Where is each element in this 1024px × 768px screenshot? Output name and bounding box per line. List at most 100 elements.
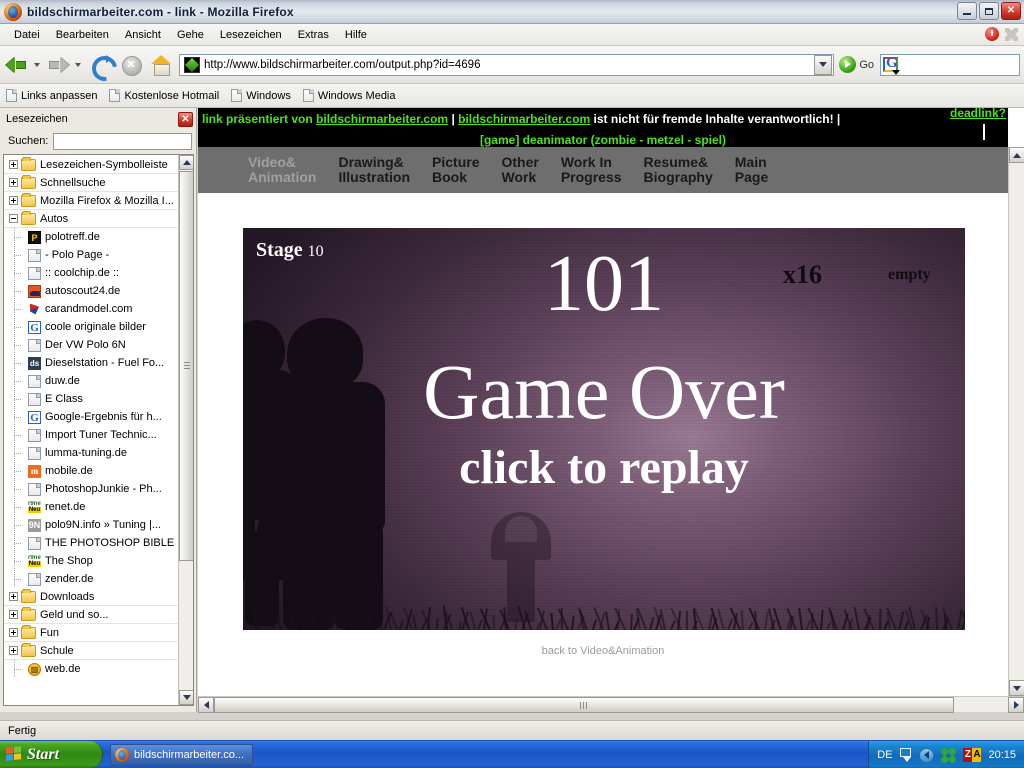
tree-bookmark[interactable]: lumma-tuning.de <box>4 444 180 462</box>
keyboard-layout-icon[interactable] <box>899 748 912 762</box>
tree-bookmark[interactable]: PhotoshopJunkie - Ph... <box>4 480 180 498</box>
content-scroll-right-button[interactable] <box>1008 697 1024 713</box>
sidebar-scroll-up-button[interactable] <box>179 155 193 170</box>
stop-icon[interactable] <box>118 52 144 78</box>
notification-icon[interactable] <box>985 27 999 41</box>
bookmark-windows-media[interactable]: Windows Media <box>302 89 396 102</box>
expand-icon[interactable] <box>9 196 18 205</box>
tree-bookmark[interactable]: 9N polo9N.info » Tuning |... <box>4 516 180 534</box>
tree-folder[interactable]: Fun <box>4 624 180 642</box>
tree-bookmark[interactable]: G Google-Ergebnis für h... <box>4 408 180 426</box>
tree-bookmark[interactable]: r9netNeu The Shop <box>4 552 180 570</box>
clover-tray-icon[interactable] <box>940 746 958 764</box>
tree-bookmark[interactable]: zender.de <box>4 570 180 588</box>
tree-folder[interactable]: Autos <box>4 210 180 228</box>
maximize-button[interactable] <box>979 2 999 20</box>
go-button[interactable]: Go <box>839 56 874 73</box>
bookmark-kostenlose-hotmail[interactable]: Kostenlose Hotmail <box>109 89 219 102</box>
content-scroll-up-button[interactable] <box>1009 147 1024 163</box>
expand-icon[interactable] <box>9 160 18 169</box>
back-to-video-animation-link[interactable]: back to Video&Animation <box>198 645 1008 657</box>
expand-icon[interactable] <box>9 610 18 619</box>
home-icon[interactable] <box>148 52 174 78</box>
site-nav-item-4[interactable]: Work In Progress <box>561 155 622 185</box>
tree-bookmark[interactable]: r9netNeu renet.de <box>4 498 180 516</box>
tray-expand-icon[interactable] <box>919 747 935 763</box>
tree-bookmark[interactable]: E Class <box>4 390 180 408</box>
site-nav-item-5[interactable]: Resume& Biography <box>644 155 713 185</box>
click-to-replay-text[interactable]: click to replay <box>243 444 965 492</box>
site-nav-item-6[interactable]: Main Page <box>735 155 768 185</box>
tree-folder[interactable]: Mozilla Firefox & Mozilla I... <box>4 192 180 210</box>
close-button[interactable]: ✕ <box>1001 2 1021 20</box>
back-dropdown-icon[interactable] <box>34 62 40 67</box>
content-horizontal-scrollbar[interactable] <box>198 696 1024 713</box>
clock[interactable]: 20:15 <box>988 749 1016 761</box>
sidebar-scroll-down-button[interactable] <box>179 690 193 705</box>
menu-item-gehe[interactable]: Gehe <box>169 27 212 43</box>
site-nav-item-0[interactable]: Video& Animation <box>248 155 316 185</box>
game-canvas[interactable]: Stage 10 101 x16 empty Game Over click to… <box>243 228 965 630</box>
tree-bookmark[interactable]: autoscout24.de <box>4 282 180 300</box>
expand-icon[interactable] <box>9 178 18 187</box>
tree-bookmark[interactable]: ▥ web.de <box>4 660 180 678</box>
tree-bookmark[interactable]: Gcoole originale bilder <box>4 318 180 336</box>
tree-bookmark[interactable]: - Polo Page - <box>4 246 180 264</box>
menu-item-hilfe[interactable]: Hilfe <box>337 27 375 43</box>
expand-icon[interactable] <box>9 592 18 601</box>
bookmark-windows[interactable]: Windows <box>231 89 291 102</box>
address-bar[interactable]: http://www.bildschirmarbeiter.com/output… <box>179 53 835 76</box>
zonealarm-tray-icon[interactable]: ZA <box>963 748 982 762</box>
tree-bookmark[interactable]: ds Dieselstation - Fuel Fo... <box>4 354 180 372</box>
bookmark-links-anpassen[interactable]: Links anpassen <box>6 89 97 102</box>
url-text[interactable]: http://www.bildschirmarbeiter.com/output… <box>204 59 814 71</box>
site-nav-item-1[interactable]: Drawing& Illustration <box>338 155 410 185</box>
minimize-button[interactable] <box>957 2 977 20</box>
tree-bookmark[interactable]: Import Tuner Technic... <box>4 426 180 444</box>
site-nav-item-3[interactable]: Other Work <box>501 155 538 185</box>
menu-item-datei[interactable]: Datei <box>6 27 48 43</box>
tree-bookmark[interactable]: Ppolotreff.de <box>4 228 180 246</box>
bookmarks-tree[interactable]: Lesezeichen-Symbolleiste Schnellsuche Mozi… <box>4 155 180 705</box>
start-button[interactable]: Start <box>0 741 103 768</box>
forward-button[interactable] <box>45 54 85 76</box>
menu-item-extras[interactable]: Extras <box>290 27 337 43</box>
sidebar-scroll-thumb[interactable] <box>179 171 193 561</box>
taskbar-window-button[interactable]: bildschirmarbeiter.co... <box>110 743 254 766</box>
forward-dropdown-icon[interactable] <box>75 62 81 67</box>
menu-item-lesezeichen[interactable]: Lesezeichen <box>212 27 290 43</box>
tree-folder[interactable]: Schule <box>4 642 180 660</box>
tree-folder[interactable]: Schnellsuche <box>4 174 180 192</box>
tree-bookmark[interactable]: carandmodel.com <box>4 300 180 318</box>
content-horizontal-thumb[interactable] <box>214 697 954 713</box>
banner-link-1[interactable]: bildschirmarbeiter.com <box>316 112 448 126</box>
sidebar-vertical-scrollbar[interactable] <box>178 155 193 705</box>
tree-bookmark[interactable]: THE PHOTOSHOP BIBLE <box>4 534 180 552</box>
tree-bookmark[interactable]: duw.de <box>4 372 180 390</box>
language-indicator[interactable]: DE <box>877 749 892 761</box>
menu-item-ansicht[interactable]: Ansicht <box>117 27 169 43</box>
tree-bookmark[interactable]: m mobile.de <box>4 462 180 480</box>
sidebar-close-icon[interactable]: ✕ <box>178 111 193 127</box>
expand-icon[interactable] <box>9 646 18 655</box>
content-scroll-left-button[interactable] <box>198 697 214 713</box>
tree-bookmark[interactable]: :: coolchip.de :: <box>4 264 180 282</box>
reload-icon[interactable] <box>88 52 114 78</box>
deadlink-link[interactable]: deadlink? <box>950 108 1006 120</box>
search-box[interactable]: G <box>880 53 1020 76</box>
content-vertical-scrollbar[interactable] <box>1008 147 1024 696</box>
menubar-right-icons <box>985 27 1018 41</box>
tree-bookmark[interactable]: Der VW Polo 6N <box>4 336 180 354</box>
site-nav-item-2[interactable]: Picture Book <box>432 155 479 185</box>
sidebar-search-input[interactable] <box>53 132 192 150</box>
back-button[interactable] <box>4 54 44 76</box>
tree-folder[interactable]: Geld und so... <box>4 606 180 624</box>
tree-folder[interactable]: Lesezeichen-Symbolleiste <box>4 156 180 174</box>
expand-icon[interactable] <box>9 628 18 637</box>
content-scroll-down-button[interactable] <box>1009 680 1024 696</box>
url-dropdown-button[interactable] <box>814 54 833 75</box>
tree-folder[interactable]: Downloads <box>4 588 180 606</box>
menu-item-bearbeiten[interactable]: Bearbeiten <box>48 27 117 43</box>
collapse-icon[interactable] <box>9 214 18 223</box>
banner-link-2[interactable]: bildschirmarbeiter.com <box>458 112 590 126</box>
